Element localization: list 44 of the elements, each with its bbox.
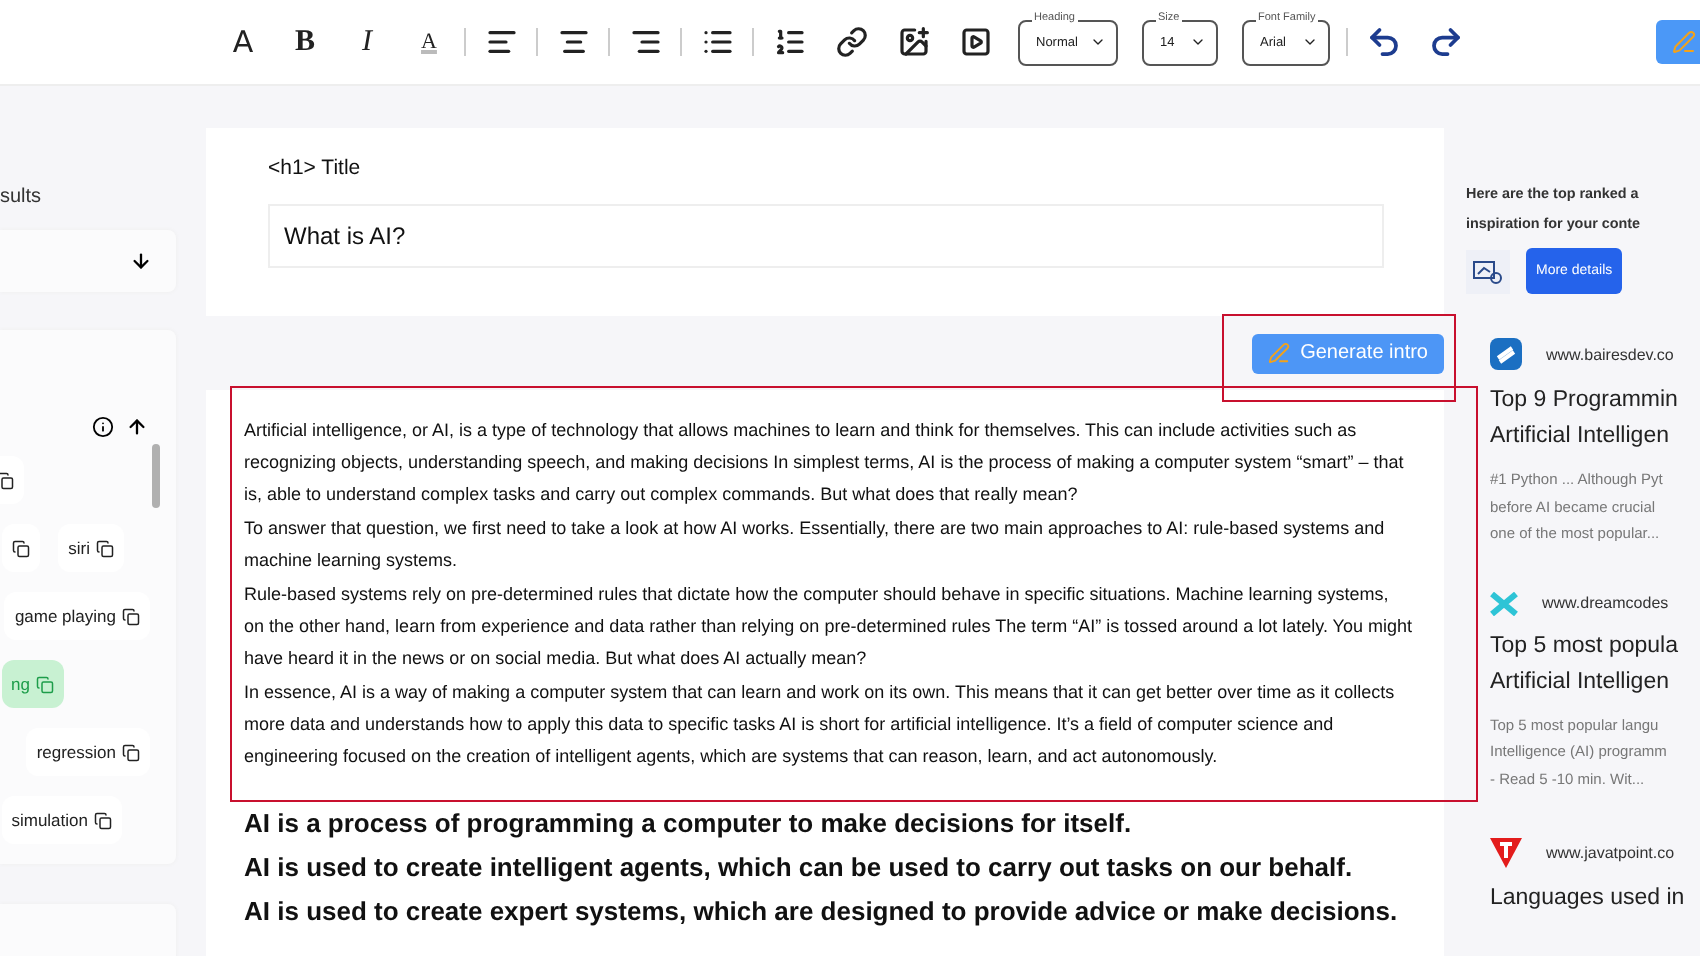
keyword-chip[interactable]: regression	[26, 728, 150, 776]
key-point: AI is used to create expert systems, which are designed to provide advice or make decisions.	[244, 896, 1400, 928]
intro-paragraph: Rule-based systems rely on pre-determined rules that dictate how the computer should behave in specific situations. Machine learning systems, on the other hand, learn from experience and data rather than relying on pre-determined rules The term “AI” is tossed around a lot lately. You might have heard it in the news or on social media. But what does AI actually mean?	[244, 582, 1412, 672]
arrow-up-icon[interactable]	[126, 415, 148, 437]
key-point: AI is used to create intelligent agents, which can be used to carry out tasks on our behalf.	[244, 852, 1355, 884]
intro-paragraph: Artificial intelligence, or AI, is a type of technology that allows machines to learn and think for themselves. This can include activities such as recognizing objects, understanding speech, and making decisions In simplest terms, AI is the process of making a computer system “smart” – that is, able to understand complex tasks and carry out complex commands. But what does that really mean?	[244, 418, 1406, 508]
keyword-chip[interactable]: game playing	[4, 592, 150, 640]
color-text-button[interactable]: A	[402, 16, 456, 68]
scrollbar[interactable]	[152, 444, 160, 508]
result-title[interactable]: Languages used in	[1490, 880, 1700, 916]
cross-logo-icon	[1490, 591, 1518, 615]
arrow-down-icon[interactable]	[130, 250, 152, 272]
pencil-icon	[1268, 342, 1291, 364]
title-label: <h1> Title	[268, 156, 363, 180]
info-icon[interactable]	[92, 415, 114, 437]
font-text-button[interactable]: A	[216, 16, 270, 68]
chevron-down-icon	[1190, 34, 1206, 50]
copy-icon[interactable]	[122, 743, 140, 761]
copy-icon[interactable]	[96, 539, 114, 557]
panel-heading: sults	[0, 186, 42, 208]
result-title[interactable]: Top 9 Programmin Artificial Intelligen	[1490, 382, 1700, 454]
keyword-chip[interactable]: simulation	[1, 796, 122, 844]
title-input-field[interactable]: What is AI?	[268, 204, 1384, 268]
italic-text-button[interactable]: I	[340, 16, 394, 68]
copy-icon[interactable]	[0, 471, 14, 489]
bold-text-button[interactable]: B	[278, 16, 332, 68]
intro-paragraph: To answer that question, we first need to take a look at how AI works. Essentially, there are two main approaches to AI: rule-based systems and machine learning systems.	[244, 516, 1387, 574]
site-logo-icon	[1490, 338, 1522, 370]
result-site-link[interactable]: www.bairesdev.co	[1546, 345, 1674, 363]
keyword-chip[interactable]: siri	[58, 524, 124, 572]
copy-icon[interactable]	[12, 539, 31, 557]
result-site-link[interactable]: www.dreamcodes	[1542, 594, 1669, 612]
triangle-logo-icon	[1490, 836, 1522, 868]
chevron-down-icon	[1090, 34, 1106, 50]
result-title[interactable]: Top 5 most popula Artificial Intelligen	[1490, 627, 1700, 699]
copy-icon[interactable]	[94, 811, 112, 829]
pencil-icon	[1672, 30, 1696, 54]
result-site-link[interactable]: www.javatpoint.co	[1546, 843, 1675, 861]
keyword-chip[interactable]	[2, 524, 41, 572]
chevron-down-icon	[1302, 34, 1318, 50]
key-point: AI is a process of programming a computer to make decisions for itself.	[244, 808, 1134, 840]
chart-search-icon	[1466, 249, 1510, 293]
intro-paragraph: In essence, AI is a way of making a computer system that can learn and work on its own. This means that it can get better over time as it collects more data and understands how to apply this data to specific tasks AI is short for artificial intelligence. It’s a field of computer science and engineering focused on the creation of intelligent agents, which are systems that can reason, learn, and act autonomously.	[244, 680, 1397, 770]
copy-icon[interactable]	[122, 607, 140, 625]
